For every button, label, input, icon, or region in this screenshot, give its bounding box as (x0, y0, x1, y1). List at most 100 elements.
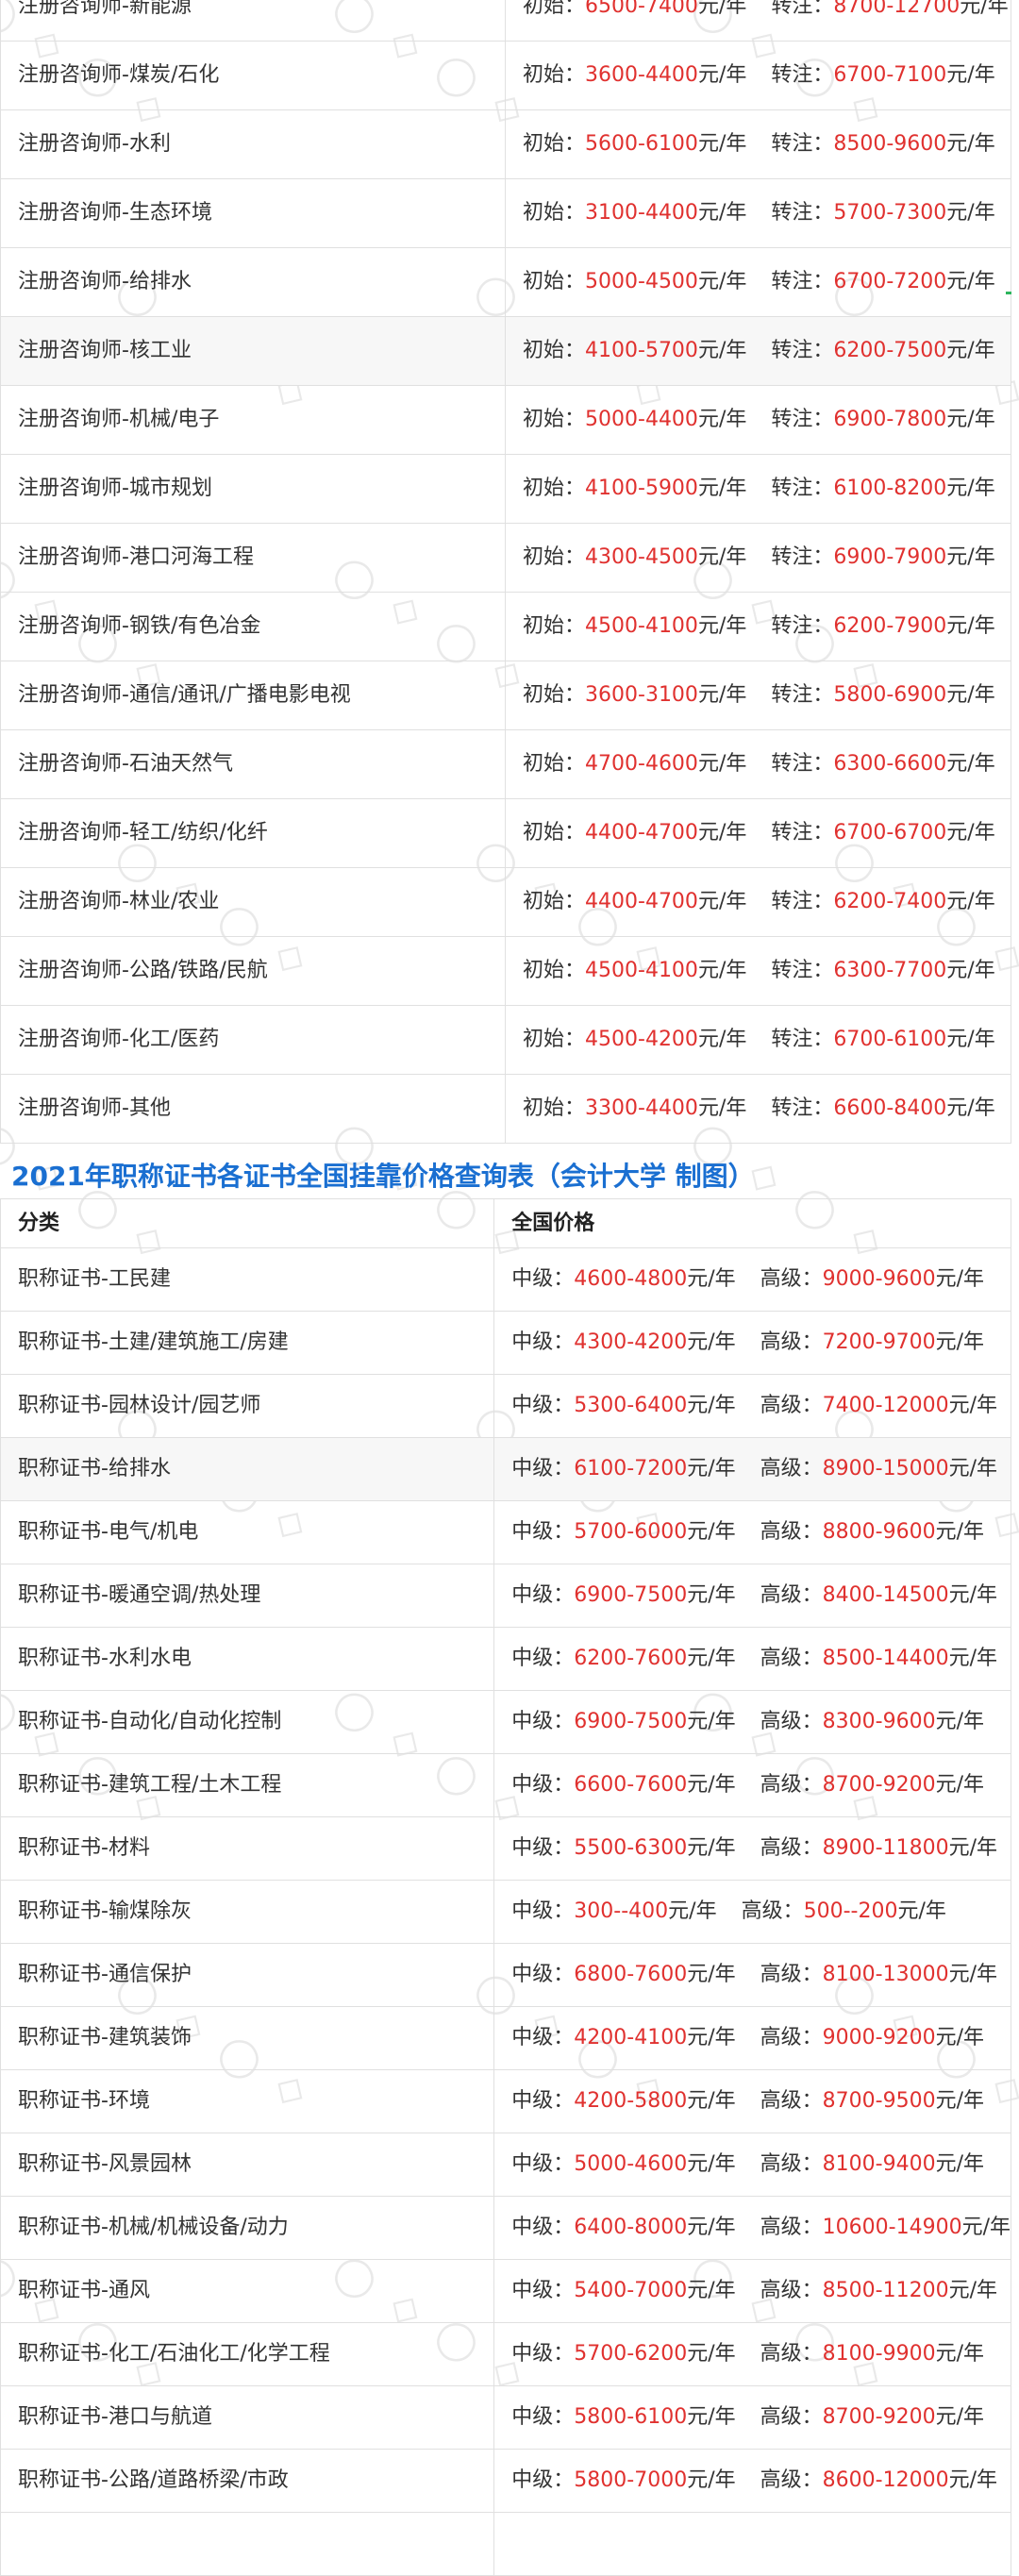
price-range-2: 8500-14400 (822, 1647, 949, 1670)
price-range-2: 5800-6900 (833, 683, 947, 707)
price-label-1: 中级： (511, 1583, 575, 1607)
price-unit-2: 元/年 (946, 821, 995, 845)
row-category: 职称证书-自动化/自动化控制 (0, 1690, 495, 1754)
price-unit-1: 元/年 (687, 1773, 736, 1797)
table-row: 注册咨询师-机械/电子 初始：5000-4400元/年 转注：6900-7800元/… (0, 385, 1011, 455)
table-row: 职称证书-给排水 中级：6100-7200元/年 高级：8900-15000元/年 (0, 1437, 1011, 1501)
table-row: 职称证书-自动化/自动化控制 中级：6900-7500元/年 高级：8300-960… (0, 1690, 1011, 1754)
row-price: 初始：4100-5700元/年 转注：6200-7500元/年 (505, 316, 1011, 386)
price-unit-2: 元/年 (960, 0, 1009, 18)
price-unit-1: 元/年 (687, 1520, 736, 1544)
price-label-2: 转注： (771, 821, 834, 845)
table-row: 注册咨询师-核工业 初始：4100-5700元/年 转注：6200-7500元/年 (0, 316, 1011, 386)
price-unit-1: 元/年 (697, 0, 747, 18)
price-unit-2: 元/年 (935, 1267, 984, 1291)
price-unit-2: 元/年 (961, 2216, 1011, 2239)
title-cert-price-table: 分类 全国价格 职称证书-工民建 中级：4600-4800元/年 高级：9000-9… (0, 1198, 1011, 2576)
price-range-1: 5000-4500 (585, 270, 698, 293)
price-range-2: 8100-13000 (822, 1963, 949, 1986)
row-category: 注册咨询师-水利 (0, 109, 506, 179)
price-range-2: 10600-14900 (822, 2216, 962, 2239)
price-range-1: 300--400 (574, 1899, 669, 1923)
row-price: 初始：4400-4700元/年 转注：6200-7400元/年 (505, 867, 1011, 937)
row-price: 初始：3300-4400元/年 转注：6600-8400元/年 (505, 1074, 1011, 1144)
table-row: 注册咨询师-公路/铁路/民航 初始：4500-4100元/年 转注：6300-770… (0, 936, 1011, 1006)
price-range-1: 3600-4400 (585, 63, 698, 87)
price-label-1: 初始： (523, 0, 586, 18)
price-unit-2: 元/年 (946, 752, 995, 776)
price-range-2: 9000-9200 (822, 2026, 936, 2049)
price-unit-2: 元/年 (948, 1457, 997, 1480)
price-label-1: 中级： (511, 2216, 575, 2239)
table-row: 职称证书-环境 中级：4200-5800元/年 高级：8700-9500元/年 (0, 2069, 1011, 2133)
price-unit-2: 元/年 (946, 477, 995, 500)
price-unit-1: 元/年 (687, 2342, 736, 2366)
table-row (0, 2512, 1011, 2576)
table-row: 职称证书-化工/石油化工/化学工程 中级：5700-6200元/年 高级：8100-… (0, 2322, 1011, 2386)
price-label-1: 初始： (523, 339, 586, 362)
table-row: 职称证书-风景园林 中级：5000-4600元/年 高级：8100-9400元/年 (0, 2133, 1011, 2197)
price-label-1: 初始： (523, 890, 586, 913)
row-price: 中级：5700-6000元/年 高级：8800-9600元/年 (493, 1500, 1011, 1564)
row-category: 职称证书-建筑装饰 (0, 2006, 495, 2070)
price-range-2: 8500-11200 (822, 2279, 949, 2302)
price-label-2: 高级： (760, 1330, 823, 1354)
price-label-2: 高级： (760, 1583, 823, 1607)
price-label-1: 中级： (511, 1773, 575, 1797)
price-label-2: 高级： (760, 2468, 823, 2492)
table-row: 职称证书-电气/机电 中级：5700-6000元/年 高级：8800-9600元/年 (0, 1500, 1011, 1564)
row-category: 注册咨询师-通信/通讯/广播电影电视 (0, 661, 506, 730)
column-header-category: 分类 (0, 1198, 495, 1248)
price-label-1: 初始： (523, 752, 586, 776)
price-range-2: 7400-12000 (822, 1394, 949, 1417)
price-unit-2: 元/年 (946, 132, 995, 156)
price-label-1: 初始： (523, 201, 586, 225)
price-label-1: 中级： (511, 2279, 575, 2302)
price-label-1: 初始： (523, 821, 586, 845)
row-category: 职称证书-暖通空调/热处理 (0, 1564, 495, 1628)
row-price (493, 2512, 1011, 2576)
row-category: 职称证书-通信保护 (0, 1943, 495, 2007)
price-label-1: 初始： (523, 132, 586, 156)
price-label-2: 高级： (760, 1457, 823, 1480)
table-row: 注册咨询师-林业/农业 初始：4400-4700元/年 转注：6200-7400元/… (0, 867, 1011, 937)
row-price: 初始：4300-4500元/年 转注：6900-7900元/年 (505, 523, 1011, 593)
price-range-1: 4500-4200 (585, 1028, 698, 1051)
table-row: 注册咨询师-化工/医药 初始：4500-4200元/年 转注：6700-6100元/… (0, 1005, 1011, 1075)
price-range-1: 6200-7600 (574, 1647, 688, 1670)
section-heading: 2021年职称证书各证书全国挂靠价格查询表（会计大学 制图） (11, 1161, 755, 1192)
price-range-2: 8900-15000 (822, 1457, 949, 1480)
price-range-2: 9000-9600 (822, 1267, 936, 1291)
price-label-1: 初始： (523, 614, 586, 638)
price-range-2: 6900-7800 (833, 408, 947, 431)
price-unit-1: 元/年 (697, 339, 747, 362)
table-row: 注册咨询师-生态环境 初始：3100-4400元/年 转注：5700-7300元/年 (0, 178, 1011, 248)
price-unit-2: 元/年 (946, 63, 995, 87)
price-range-1: 6500-7400 (585, 0, 698, 18)
price-label-2: 高级： (760, 1520, 823, 1544)
row-price: 中级：6800-7600元/年 高级：8100-13000元/年 (493, 1943, 1011, 2007)
price-range-2: 8400-14500 (822, 1583, 949, 1607)
row-price: 初始：4700-4600元/年 转注：6300-6600元/年 (505, 729, 1011, 799)
row-price: 初始：3600-3100元/年 转注：5800-6900元/年 (505, 661, 1011, 730)
price-range-1: 6900-7500 (574, 1583, 688, 1607)
price-unit-1: 元/年 (697, 63, 747, 87)
price-unit-2: 元/年 (897, 1899, 946, 1923)
price-label-1: 中级： (511, 1963, 575, 1986)
row-category: 职称证书-建筑工程/土木工程 (0, 1753, 495, 1817)
price-range-2: 6200-7500 (833, 339, 947, 362)
price-unit-1: 元/年 (687, 1457, 736, 1480)
table-row: 职称证书-园林设计/园艺师 中级：5300-6400元/年 高级：7400-1200… (0, 1374, 1011, 1438)
row-category: 职称证书-环境 (0, 2069, 495, 2133)
price-label-2: 高级： (741, 1899, 804, 1923)
price-range-1: 6800-7600 (574, 1963, 688, 1986)
row-category: 职称证书-电气/机电 (0, 1500, 495, 1564)
price-label-1: 中级： (511, 1330, 575, 1354)
price-unit-1: 元/年 (697, 959, 747, 982)
row-price: 中级：300--400元/年 高级：500--200元/年 (493, 1880, 1011, 1944)
row-price: 中级：5800-7000元/年 高级：8600-12000元/年 (493, 2449, 1011, 2513)
price-range-2: 500--200 (803, 1899, 898, 1923)
price-range-2: 6700-6100 (833, 1028, 947, 1051)
price-unit-1: 元/年 (687, 1836, 736, 1860)
price-label-1: 中级： (511, 1520, 575, 1544)
